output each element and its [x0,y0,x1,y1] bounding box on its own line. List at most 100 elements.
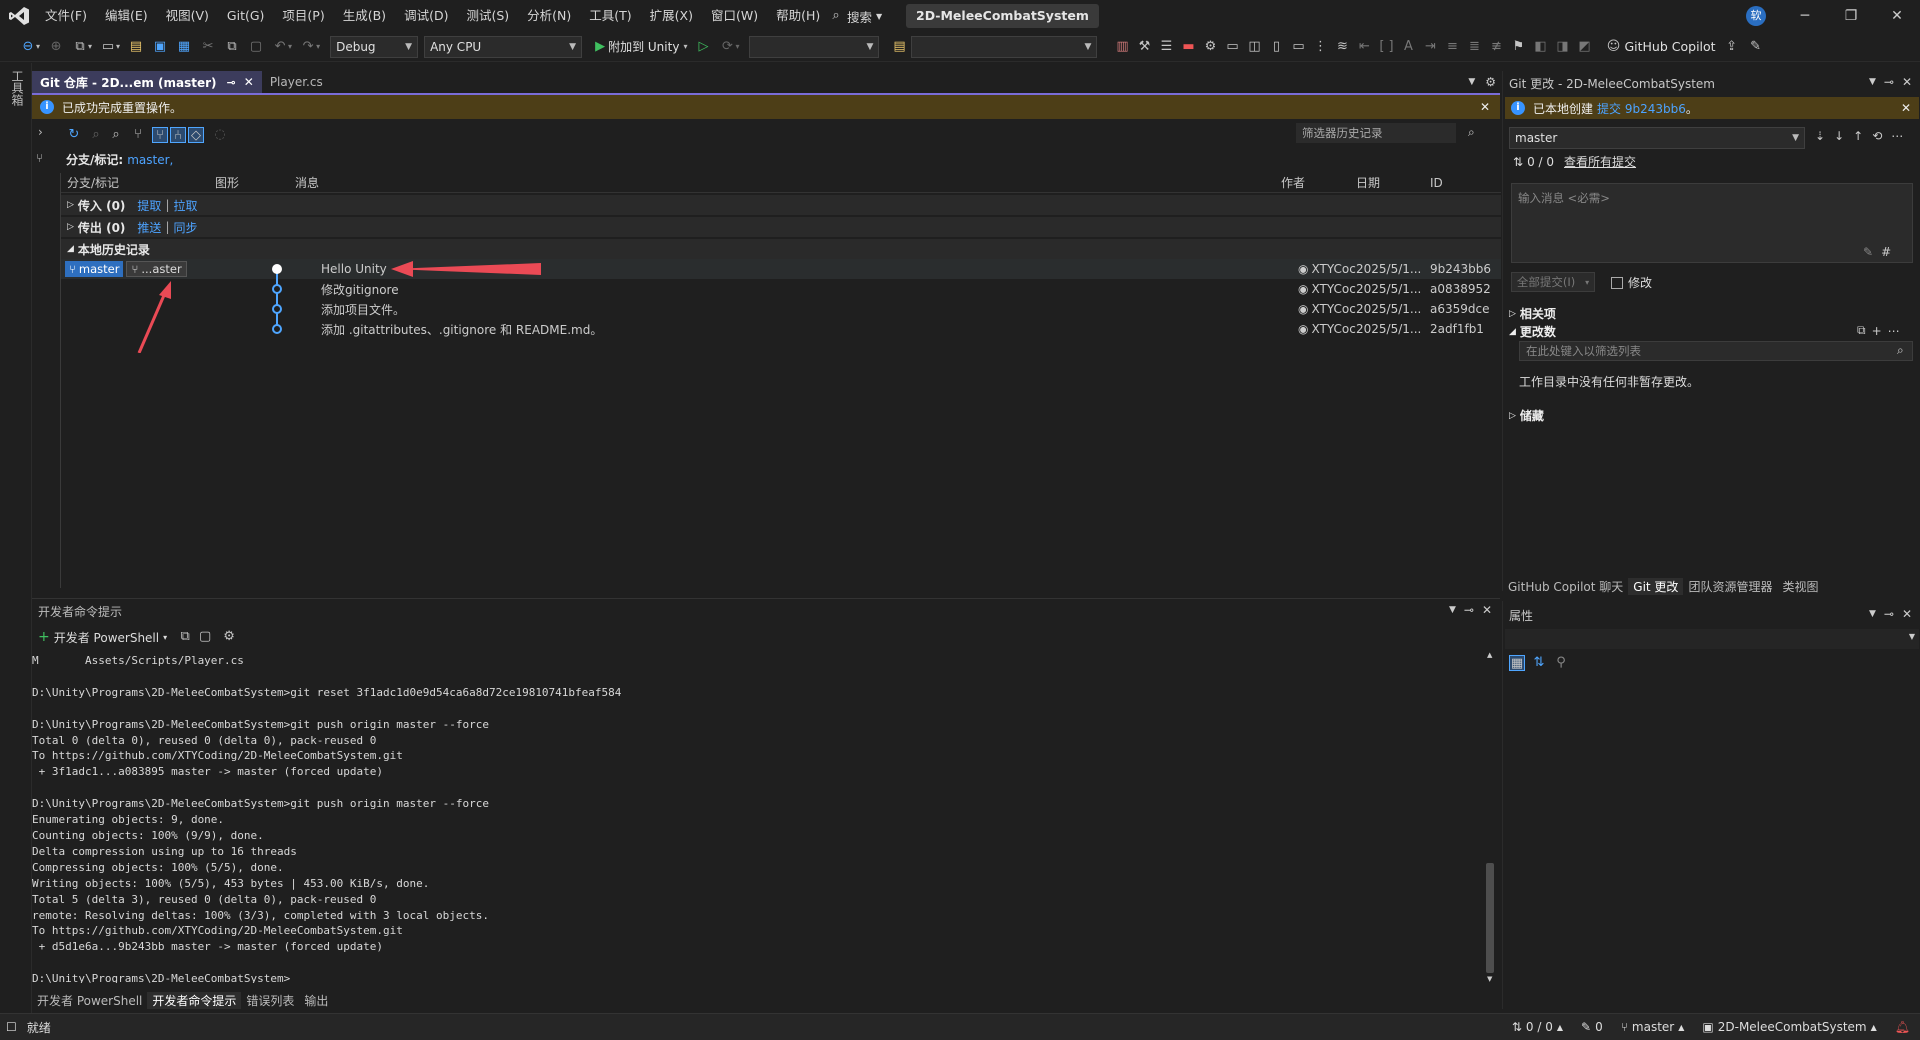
view-all-commits-link[interactable]: 查看所有提交 [1564,153,1636,170]
history-filter-input[interactable]: 筛选器历史记录 [1296,123,1456,143]
commit-link[interactable]: 提交 9b243bb6 [1597,100,1686,117]
pin-icon[interactable]: ⊸ [1464,603,1474,617]
copilot-sparkle-icon[interactable]: ✎ [1863,245,1873,259]
commit-all-button[interactable]: 全部提交(I) ▾ [1511,272,1595,292]
toolbox-red-icon[interactable]: ▬ [1180,39,1196,55]
menu-debug[interactable]: 调试(D) [395,0,457,32]
categorized-icon[interactable]: ▦ [1509,655,1525,671]
hash-icon[interactable]: # [1881,245,1891,259]
settings-icon[interactable]: ⚙ [1485,75,1496,89]
wrench-icon[interactable]: ⚒ [1136,39,1152,55]
pull-link[interactable]: 拉取 [173,197,197,214]
menu-project[interactable]: 项目(P) [273,0,333,32]
stage-all-icon[interactable]: + [1872,324,1882,338]
pull-icon[interactable]: ↓ [1834,129,1844,143]
save-all-button[interactable]: ▦ [172,32,196,62]
property-pages-icon[interactable]: ⚲ [1553,655,1569,671]
search-icon[interactable]: ⌕ [1897,343,1904,358]
save-button[interactable]: ▣ [148,32,172,62]
branch-status-item[interactable]: ⑂ master ▲ [1621,1020,1685,1034]
changes-filter-input[interactable]: 在此处键入以筛选列表 [1519,341,1913,361]
fetch-icon[interactable]: ⇣ [1815,129,1825,143]
chevron-down-icon[interactable]: ▾ [163,633,167,642]
sync-icon[interactable]: ⟲ [1872,129,1882,143]
view-options-icon[interactable]: ⧉ [1857,323,1866,338]
tab-class-view[interactable]: 类视图 [1777,578,1823,595]
attach-unity-button[interactable]: ▶ 附加到 Unity ▾ [588,32,691,62]
terminal-scrollbar[interactable]: ▲ ▼ [1484,651,1496,983]
menu-edit[interactable]: 编辑(E) [96,0,157,32]
indent-icon[interactable]: ⇤ [1356,39,1372,55]
fetch-link[interactable]: 提取 [137,197,161,214]
refresh-icon[interactable]: ↻ [66,127,82,143]
unity-icon[interactable]: ▥ [1114,39,1130,55]
scroll-up-icon[interactable]: ▲ [1487,651,1492,659]
show-tags-icon[interactable]: ◇ [188,127,204,143]
menu-extensions[interactable]: 扩展(X) [641,0,702,32]
object-selector[interactable]: ▼ [1505,629,1919,649]
scroll-down-icon[interactable]: ▼ [1487,975,1492,983]
tab-output[interactable]: 输出 [299,992,333,1009]
bookmark-icon[interactable]: ⚑ [1510,39,1526,55]
search-button[interactable]: ⌕ 搜索 ▼ [828,6,882,26]
commit-message-input[interactable]: 输入消息 <必需> [1511,183,1913,263]
tab-team-explorer[interactable]: 团队资源管理器 [1683,578,1777,595]
repo-status-item[interactable]: ▣ 2D-MeleeCombatSystem ▲ [1702,1020,1876,1034]
branch-icon[interactable]: ⑂ [36,151,43,165]
rectangle-icon[interactable]: ▭ [1290,39,1306,55]
pending-edits-item[interactable]: ✎ 0 [1581,1020,1603,1034]
open-button[interactable]: ▤ [124,32,148,62]
new-project-button[interactable]: ⧉ ▾ [68,32,96,62]
amend-checkbox[interactable]: 修改 [1611,274,1652,291]
outgoing-group[interactable]: ▷ 传出 (0) 推送 | 同步 [61,217,1501,237]
scrollbar-thumb[interactable] [1486,863,1494,973]
close-icon[interactable]: ✕ [1482,603,1492,617]
hot-reload-button[interactable]: ⟳ ▾ [715,32,743,62]
forward-button[interactable]: ⊕ [44,32,68,62]
incoming-group[interactable]: ▷ 传入 (0) 提取 | 拉取 [61,195,1501,215]
chevron-down-icon[interactable]: ▼ [1869,609,1876,619]
menu-window[interactable]: 窗口(W) [702,0,767,32]
show-remote-icon[interactable]: ⑃ [170,127,186,143]
back-button[interactable]: ⊖ ▾ [16,32,44,62]
push-icon[interactable]: ↑ [1853,129,1863,143]
col-date[interactable]: 日期 [1356,174,1380,191]
col-author[interactable]: 作者 [1281,174,1305,191]
comment-icon[interactable]: ☰ [1158,39,1174,55]
brackets-icon[interactable]: [ ] [1378,39,1394,55]
new-file-button[interactable]: ▭ ▾ [96,32,124,62]
menu-analyze[interactable]: 分析(N) [518,0,580,32]
configuration-dropdown[interactable]: Debug ▼ [330,35,419,58]
close-icon[interactable]: ✕ [244,75,254,89]
minimize-button[interactable]: ─ [1782,0,1828,32]
layout-icon[interactable]: ◫ [1246,39,1262,55]
comment-lines-icon[interactable]: ≣ [1466,39,1482,55]
sync-link[interactable]: 同步 [173,219,197,236]
share-button[interactable]: ⇪ [1720,32,1744,62]
tab-error-list[interactable]: 错误列表 [241,992,299,1009]
branch-tag-value[interactable]: master, [127,153,173,167]
col-message[interactable]: 消息 [295,174,319,191]
avatar[interactable]: 软 [1746,6,1766,26]
col-graph[interactable]: 图形 [215,174,239,191]
stash-section[interactable]: ▷ 储藏 [1509,407,1544,424]
clear-bookmarks-icon[interactable]: ◩ [1576,39,1592,55]
paste-icon[interactable]: ▢ [197,629,213,645]
add-icon[interactable]: + [38,629,50,645]
find-icon[interactable]: ⌕ [108,127,124,143]
more-icon[interactable]: ⋯ [1888,324,1900,338]
col-branch-tag[interactable]: 分支/标记 [67,174,119,191]
run-tool-icon[interactable]: ⚙ [1202,39,1218,55]
changes-section[interactable]: ◢ 更改数 [1509,323,1556,340]
window-icon[interactable]: ▭ [1224,39,1240,55]
restore-button[interactable]: ❐ [1828,0,1874,32]
close-icon[interactable]: ✕ [1902,75,1912,89]
settings-icon[interactable]: ⚙ [221,629,237,645]
outdent-icon[interactable]: ⇥ [1422,39,1438,55]
hide-icon[interactable]: ◌ [212,127,228,143]
menu-test[interactable]: 测试(S) [457,0,518,32]
menu-file[interactable]: 文件(F) [36,0,96,32]
close-window-button[interactable]: ✕ [1874,0,1920,32]
paste-button[interactable]: ▢ [244,32,268,62]
push-link[interactable]: 推送 [137,219,161,236]
